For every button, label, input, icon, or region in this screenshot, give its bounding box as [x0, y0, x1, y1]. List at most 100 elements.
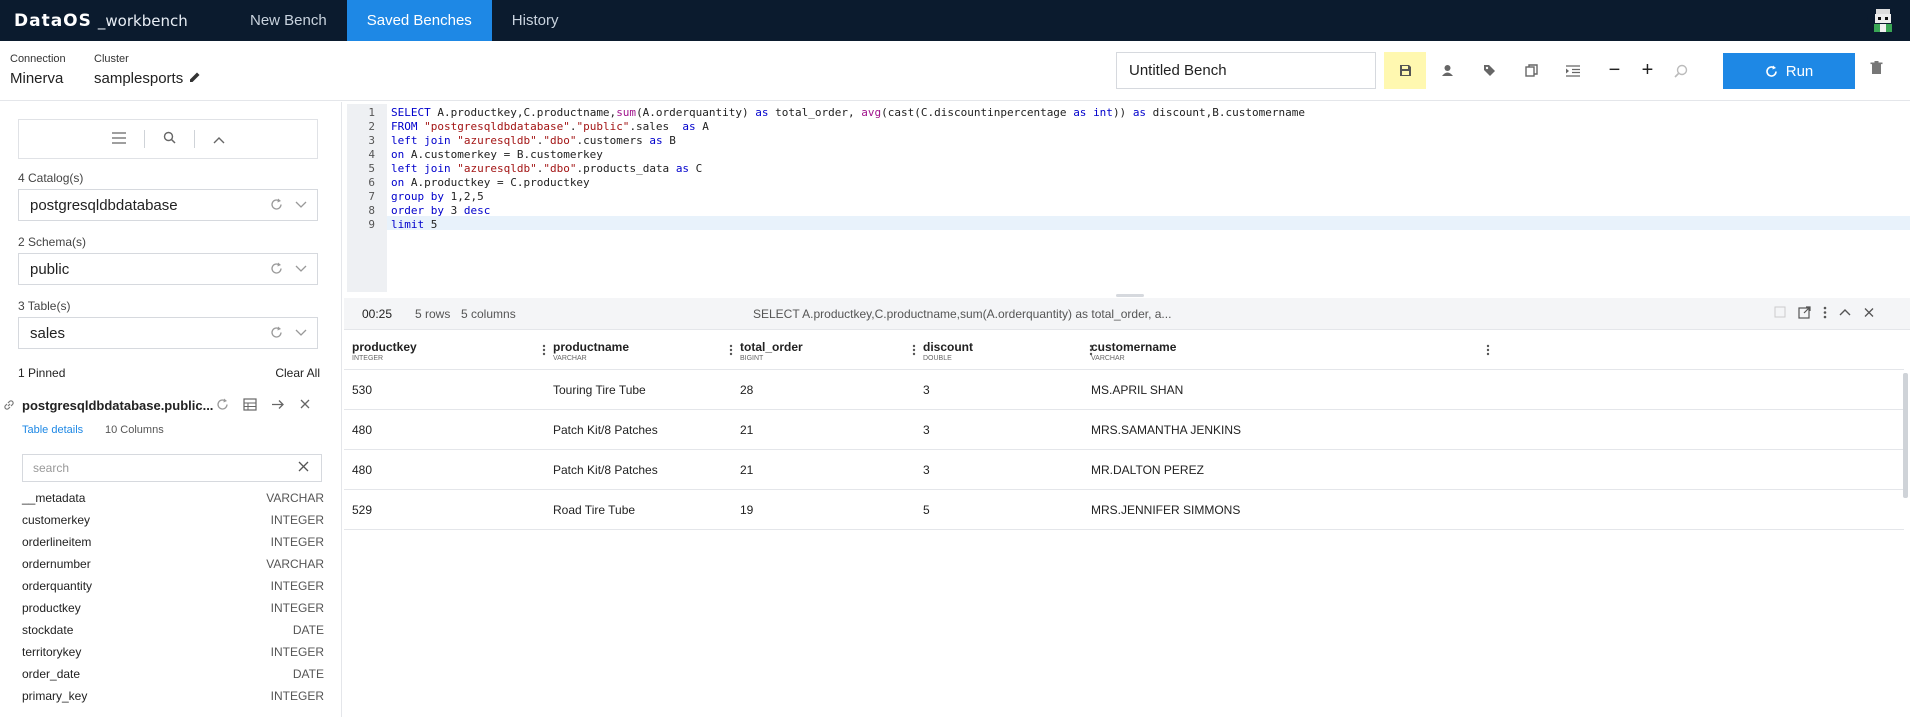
- column-list-item[interactable]: stockdate DATE: [22, 619, 324, 641]
- column-menu-icon[interactable]: [542, 344, 546, 359]
- user-avatar-icon[interactable]: [1866, 3, 1900, 37]
- code-token: "dbo": [543, 162, 577, 175]
- zoom-reset-icon[interactable]: [1664, 52, 1697, 89]
- column-count-label: 5 columns: [461, 307, 516, 321]
- refresh-icon[interactable]: [270, 262, 283, 275]
- table-preview-icon[interactable]: [243, 398, 257, 411]
- table-row[interactable]: 480 Patch Kit/8 Patches 21 3 MR.DALTON PEREZ: [344, 450, 1904, 490]
- column-header[interactable]: productname VARCHAR: [553, 340, 629, 362]
- pinned-table-name[interactable]: postgresqldbdatabase.public...: [22, 398, 213, 413]
- refresh-icon[interactable]: [270, 326, 283, 339]
- column-search-input[interactable]: search: [22, 454, 322, 482]
- table-count-label: 3 Table(s): [18, 299, 71, 313]
- column-type: VARCHAR: [266, 491, 324, 505]
- list-menu-icon[interactable]: [111, 131, 126, 147]
- chevron-down-icon[interactable]: [295, 262, 307, 275]
- column-type: DATE: [292, 667, 324, 681]
- open-external-icon[interactable]: [1798, 306, 1811, 319]
- column-type: DATE: [292, 623, 324, 637]
- column-list-item[interactable]: territorykey INTEGER: [22, 641, 324, 663]
- zoom-in-button[interactable]: +: [1631, 52, 1664, 89]
- close-icon[interactable]: [299, 398, 311, 410]
- column-list-item[interactable]: __metadata VARCHAR: [22, 487, 324, 509]
- chevron-up-icon[interactable]: [213, 132, 225, 147]
- sql-editor[interactable]: 123456789 SELECT A.productkey,C.productn…: [347, 104, 1910, 292]
- schema-select[interactable]: public: [18, 253, 318, 285]
- bench-name-input[interactable]: [1116, 52, 1376, 89]
- clear-search-icon[interactable]: [298, 461, 309, 475]
- tab-new-bench[interactable]: New Bench: [230, 0, 347, 41]
- code-line[interactable]: group by 1,2,5: [391, 190, 484, 203]
- refresh-icon[interactable]: [216, 398, 229, 411]
- code-token: B: [662, 134, 676, 147]
- close-icon[interactable]: [1863, 306, 1875, 319]
- code-line[interactable]: left join "azuresqldb"."dbo".customers a…: [391, 134, 676, 147]
- column-list-item[interactable]: ordernumber VARCHAR: [22, 553, 324, 575]
- column-list-item[interactable]: order_date DATE: [22, 663, 324, 685]
- catalog-select[interactable]: postgresqldbdatabase: [18, 189, 318, 221]
- copy-icon[interactable]: [1510, 52, 1552, 89]
- column-list-item[interactable]: orderquantity INTEGER: [22, 575, 324, 597]
- code-token: as: [755, 106, 769, 119]
- results-scrollbar[interactable]: [1903, 373, 1908, 498]
- table-details-link[interactable]: Table details: [22, 424, 83, 436]
- chevron-down-icon[interactable]: [295, 326, 307, 339]
- user-icon[interactable]: [1426, 52, 1468, 89]
- column-header[interactable]: productkey INTEGER: [352, 340, 417, 362]
- code-token: group by: [391, 190, 444, 203]
- column-name: productkey: [22, 601, 81, 615]
- code-token: as: [1073, 106, 1087, 119]
- table-row[interactable]: 480 Patch Kit/8 Patches 21 3 MRS.SAMANTHA JE…: [344, 410, 1904, 450]
- code-line[interactable]: FROM "postgresqldbdatabase"."public".sal…: [391, 120, 709, 133]
- column-list-item[interactable]: orderlineitem INTEGER: [22, 531, 324, 553]
- code-line[interactable]: on A.customerkey = B.customerkey: [391, 148, 603, 161]
- code-token: on: [391, 148, 405, 161]
- code-token: as: [649, 134, 663, 147]
- tag-icon[interactable]: [1468, 52, 1510, 89]
- column-list-item[interactable]: customerkey INTEGER: [22, 509, 324, 531]
- column-list-item[interactable]: productkey INTEGER: [22, 597, 324, 619]
- column-menu-icon[interactable]: [912, 344, 916, 359]
- delete-icon[interactable]: [1870, 61, 1883, 78]
- save-icon[interactable]: [1384, 52, 1426, 89]
- catalog-value: postgresqldbdatabase: [30, 196, 178, 214]
- arrow-right-icon[interactable]: [271, 398, 285, 411]
- column-header[interactable]: discount DOUBLE: [923, 340, 973, 362]
- clear-all-button[interactable]: Clear All: [275, 366, 320, 380]
- tab-history[interactable]: History: [492, 0, 579, 41]
- column-menu-icon[interactable]: [729, 344, 733, 359]
- code-line[interactable]: order by 3 desc: [391, 204, 490, 217]
- search-icon[interactable]: [163, 131, 176, 147]
- chevron-down-icon[interactable]: [295, 198, 307, 211]
- column-header[interactable]: total_order BIGINT: [740, 340, 803, 362]
- resize-handle[interactable]: [1116, 294, 1144, 297]
- table-cell: 529: [352, 503, 373, 517]
- table-row[interactable]: 529 Road Tire Tube 19 5 MRS.JENNIFER SIMMONS: [344, 490, 1904, 530]
- run-button[interactable]: Run: [1723, 53, 1855, 89]
- table-select[interactable]: sales: [18, 317, 318, 349]
- chevron-up-icon[interactable]: [1839, 306, 1851, 319]
- tab-saved-benches[interactable]: Saved Benches: [346, 0, 492, 41]
- run-label: Run: [1785, 62, 1814, 80]
- table-cell: Touring Tire Tube: [553, 383, 646, 397]
- code-line[interactable]: on A.productkey = C.productkey: [391, 176, 590, 189]
- code-line[interactable]: SELECT A.productkey,C.productname,sum(A.…: [391, 106, 1305, 119]
- more-vertical-icon[interactable]: [1823, 306, 1827, 319]
- pinned-table-item[interactable]: postgresqldbdatabase.public...: [0, 396, 342, 416]
- table-cell: 5: [923, 503, 930, 517]
- table-row[interactable]: 530 Touring Tire Tube 28 3 MS.APRIL SHAN: [344, 370, 1904, 410]
- zoom-out-button[interactable]: −: [1598, 52, 1631, 89]
- format-indent-icon[interactable]: [1552, 52, 1594, 89]
- edit-pencil-icon[interactable]: [189, 70, 201, 87]
- refresh-icon[interactable]: [270, 198, 283, 211]
- app-logo[interactable]: DataOS _workbench: [0, 0, 230, 41]
- checkbox-icon[interactable]: [1774, 306, 1786, 318]
- column-name: orderlineitem: [22, 535, 92, 549]
- column-header[interactable]: customername VARCHAR: [1091, 340, 1176, 362]
- column-type: INTEGER: [270, 535, 324, 549]
- column-list-item[interactable]: primary_key INTEGER: [22, 685, 324, 707]
- column-header-type: INTEGER: [352, 355, 384, 362]
- code-line[interactable]: limit 5: [391, 218, 437, 231]
- column-menu-icon[interactable]: [1486, 344, 1490, 359]
- code-line[interactable]: left join "azuresqldb"."dbo".products_da…: [391, 162, 702, 175]
